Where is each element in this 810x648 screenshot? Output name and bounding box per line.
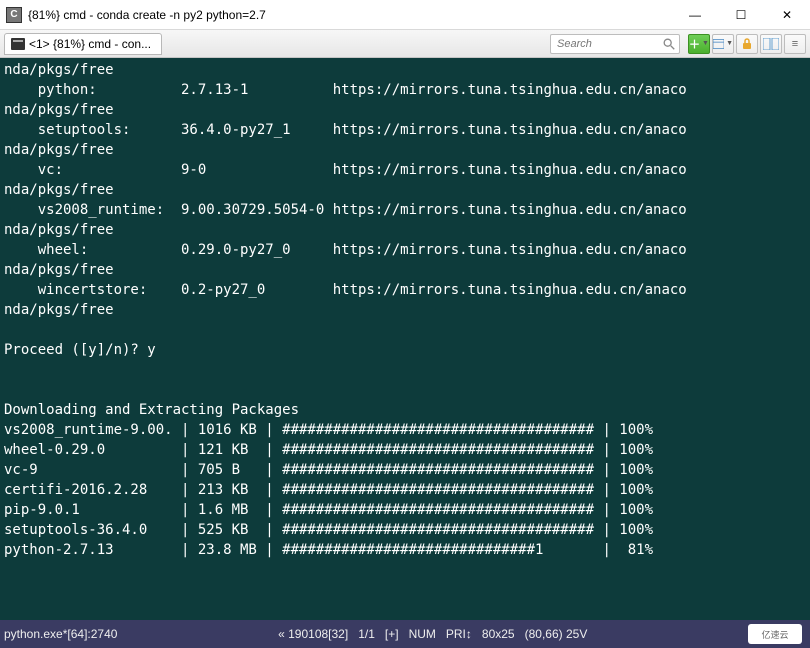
search-icon[interactable] [662, 37, 676, 51]
new-console-button[interactable]: ＋▼ [688, 34, 710, 54]
status-pos: 1/1 [358, 627, 375, 641]
statusbar: python.exe*[64]:2740 « 190108[32] 1/1 [+… [0, 620, 810, 648]
chevron-down-icon: ▼ [726, 40, 733, 47]
console-icon [11, 38, 25, 50]
close-button[interactable]: ✕ [764, 0, 810, 29]
download-progress-line: certifi-2016.2.28 | 213 KB | ###########… [4, 480, 806, 500]
package-path-line: nda/pkgs/free [4, 140, 806, 160]
status-num: NUM [409, 627, 436, 641]
lock-button[interactable] [736, 34, 758, 54]
download-progress-line: python-2.7.13 | 23.8 MB | ##############… [4, 540, 806, 560]
window-list-button[interactable]: ▼ [712, 34, 734, 54]
package-path-line: nda/pkgs/free [4, 260, 806, 280]
status-encoding: « 190108[32] [278, 627, 348, 641]
download-progress-line: pip-9.0.1 | 1.6 MB | ###################… [4, 500, 806, 520]
status-cursor: (80,66) 25V [525, 627, 588, 641]
status-pri: PRI↕ [446, 627, 472, 641]
package-path-line: nda/pkgs/free [4, 60, 806, 80]
chevron-down-icon: ▼ [702, 40, 709, 47]
status-plus: [+] [385, 627, 399, 641]
package-line: setuptools: 36.4.0-py27_1 https://mirror… [4, 120, 806, 140]
package-line: vc: 9-0 https://mirrors.tuna.tsinghua.ed… [4, 160, 806, 180]
terminal-output[interactable]: nda/pkgs/free python: 2.7.13-1 https://m… [0, 58, 810, 620]
download-progress-line: setuptools-36.4.0 | 525 KB | ###########… [4, 520, 806, 540]
package-line: wincertstore: 0.2-py27_0 https://mirrors… [4, 280, 806, 300]
menu-button[interactable]: ≡ [784, 34, 806, 54]
tab-label: <1> {81%} cmd - con... [29, 37, 151, 51]
toolbar: <1> {81%} cmd - con... ＋▼ ▼ ≡ [0, 30, 810, 58]
package-path-line: nda/pkgs/free [4, 180, 806, 200]
split-view-button[interactable] [760, 34, 782, 54]
proceed-prompt: Proceed ([y]/n)? y [4, 340, 806, 360]
package-path-line: nda/pkgs/free [4, 100, 806, 120]
minimize-button[interactable]: — [672, 0, 718, 29]
search-wrap [550, 34, 680, 54]
search-input[interactable] [550, 34, 680, 54]
download-progress-line: wheel-0.29.0 | 121 KB | ################… [4, 440, 806, 460]
package-line: vs2008_runtime: 9.00.30729.5054-0 https:… [4, 200, 806, 220]
download-progress-line: vs2008_runtime-9.00. | 1016 KB | #######… [4, 420, 806, 440]
download-progress-line: vc-9 | 705 B | #########################… [4, 460, 806, 480]
package-line: python: 2.7.13-1 https://mirrors.tuna.ts… [4, 80, 806, 100]
package-path-line: nda/pkgs/free [4, 300, 806, 320]
window-titlebar: C {81%} cmd - conda create -n py2 python… [0, 0, 810, 30]
package-line: wheel: 0.29.0-py27_0 https://mirrors.tun… [4, 240, 806, 260]
status-process: python.exe*[64]:2740 [4, 627, 117, 641]
package-path-line: nda/pkgs/free [4, 220, 806, 240]
download-header: Downloading and Extracting Packages [4, 400, 806, 420]
maximize-button[interactable]: ☐ [718, 0, 764, 29]
window-title: {81%} cmd - conda create -n py2 python=2… [28, 8, 672, 22]
app-icon: C [6, 7, 22, 23]
console-tab[interactable]: <1> {81%} cmd - con... [4, 33, 162, 55]
status-size: 80x25 [482, 627, 515, 641]
watermark-logo: 亿速云 [748, 624, 802, 644]
